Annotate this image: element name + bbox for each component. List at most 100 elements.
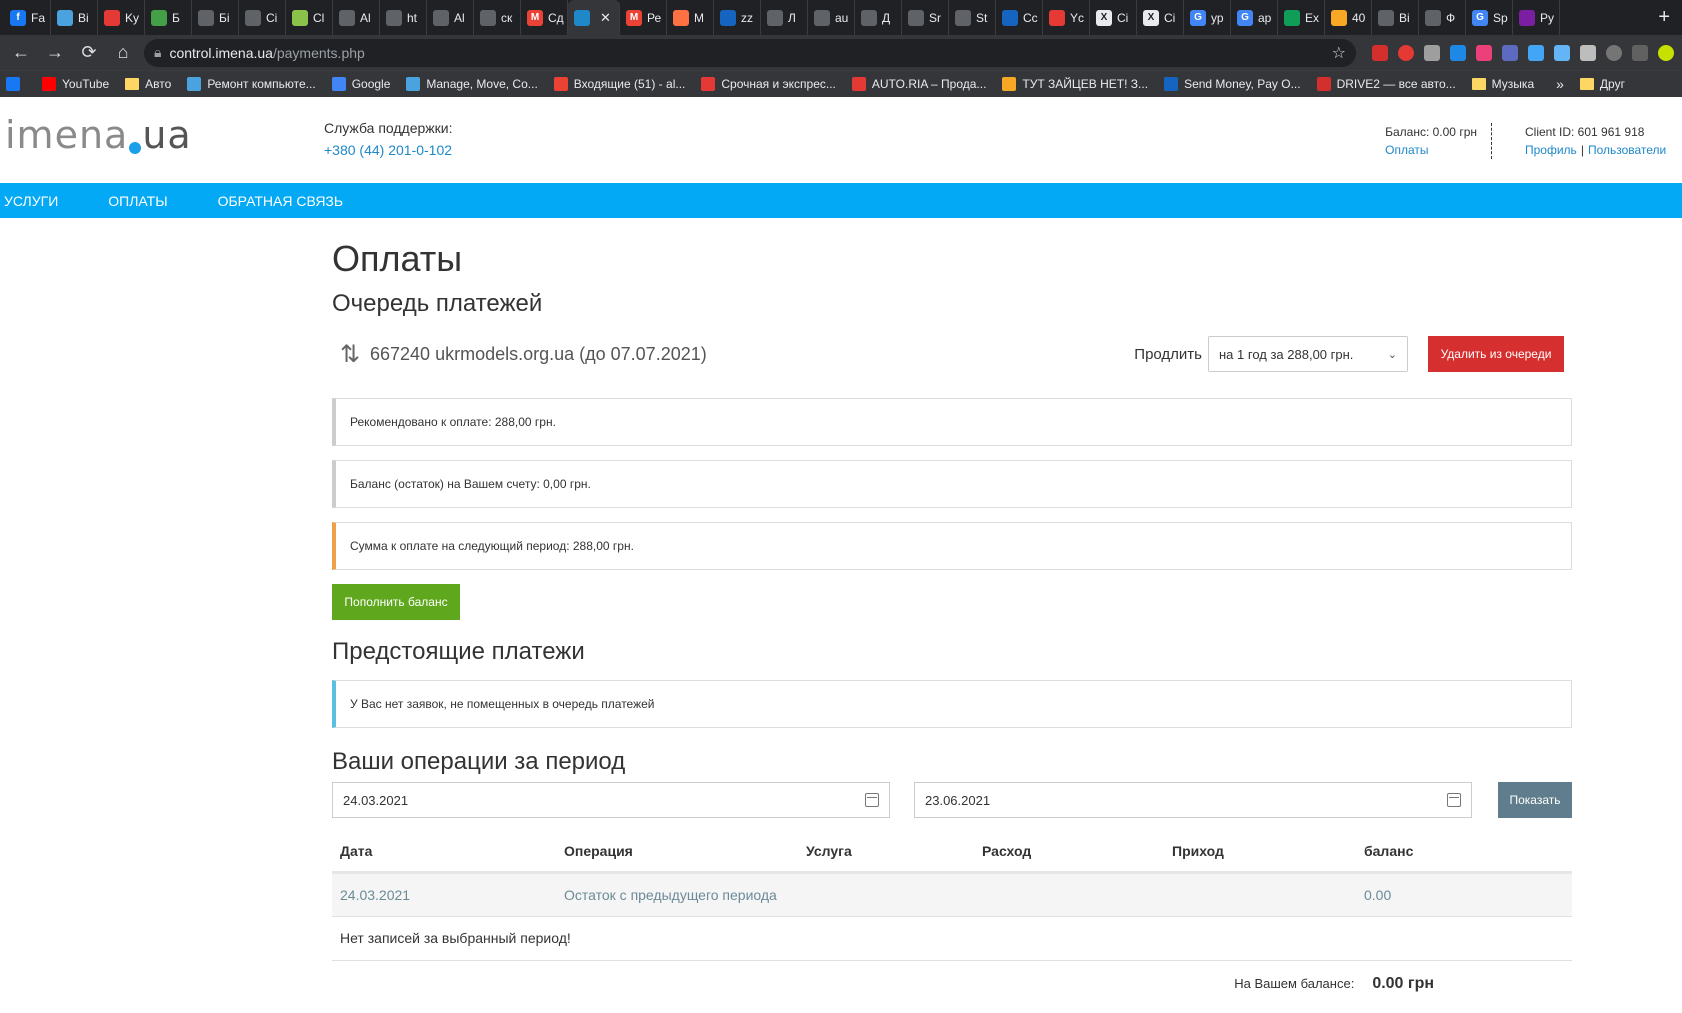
tab-favicon-icon [339, 9, 355, 26]
other-bookmarks[interactable]: Друг [1579, 77, 1625, 91]
extension-icon[interactable] [1606, 44, 1622, 61]
bookmark-item[interactable]: DRIVE2 — все авто... [1316, 77, 1456, 91]
tab-label: Yc [1070, 10, 1085, 25]
browser-tab[interactable]: 40 [1325, 0, 1372, 35]
address-bar[interactable]: 🔒︎ control.imena.ua/payments.php ☆ [144, 38, 1356, 67]
extension-icon[interactable] [1424, 44, 1440, 61]
sort-arrows-icon[interactable]: ⇅ [332, 340, 370, 369]
bookmark-item[interactable] [6, 77, 26, 91]
browser-tab[interactable]: Al [333, 0, 380, 35]
browser-tab[interactable]: Д [855, 0, 902, 35]
remove-from-queue-button[interactable]: Удалить из очереди [1428, 336, 1564, 372]
topup-balance-button[interactable]: Пополнить баланс [332, 584, 460, 620]
bookmark-item[interactable]: Входящие (51) - al... [553, 77, 685, 91]
extension-icon[interactable] [1658, 44, 1674, 61]
bookmark-item[interactable]: ТУТ ЗАЙЦЕВ НЕТ! З... [1002, 77, 1148, 91]
bookmark-item[interactable]: Авто [125, 77, 171, 91]
nav-feedback[interactable]: ОБРАТНАЯ СВЯЗЬ [218, 193, 343, 209]
browser-tab[interactable]: zz [714, 0, 761, 35]
browser-tab[interactable]: М [667, 0, 714, 35]
browser-tab[interactable]: Ві [1372, 0, 1419, 35]
imena-logo[interactable]: imena ua [5, 113, 192, 157]
bookmark-item[interactable]: Manage, Move, Co... [406, 77, 538, 91]
browser-tab[interactable]: ск [474, 0, 521, 35]
calendar-icon[interactable] [1447, 793, 1461, 807]
browser-tab[interactable]: X Сі [1137, 0, 1184, 35]
extension-icon[interactable] [1502, 44, 1518, 61]
home-icon[interactable]: ⌂ [110, 40, 136, 66]
browser-tab[interactable]: f Fa [4, 0, 51, 35]
bookmark-item[interactable]: YouTube [42, 77, 109, 91]
balance-text: Баланс: 0.00 грн [1385, 125, 1477, 139]
tab-label: Fa [31, 10, 46, 25]
tab-favicon-icon: X [1143, 9, 1159, 26]
adblock-extension-icon[interactable] [1398, 44, 1414, 61]
browser-tab[interactable]: Ky [98, 0, 145, 35]
browser-tab[interactable]: M Ре [620, 0, 667, 35]
bookmark-star-icon[interactable]: ☆ [1332, 43, 1346, 63]
browser-tab[interactable]: Gур [1184, 0, 1231, 35]
bookmarks-overflow-button[interactable]: » [1556, 76, 1564, 92]
browser-tab[interactable]: Бі [192, 0, 239, 35]
browser-tab[interactable]: Sr [902, 0, 949, 35]
bookmark-item[interactable]: Google [331, 77, 390, 91]
calendar-icon[interactable] [865, 793, 879, 807]
forward-icon[interactable]: → [42, 40, 68, 66]
back-icon[interactable]: ← [8, 40, 34, 66]
tab-close-icon[interactable]: ✕ [600, 10, 611, 26]
bookmark-favicon-icon [701, 77, 716, 91]
payments-link[interactable]: Оплаты [1385, 143, 1428, 157]
extension-icon[interactable] [1476, 44, 1492, 61]
browser-tab[interactable]: Gар [1231, 0, 1278, 35]
tab-label: Ф [1446, 10, 1456, 25]
users-link[interactable]: Пользователи [1588, 143, 1666, 157]
phone-extension-icon[interactable] [1580, 44, 1596, 61]
tab-favicon-icon [673, 9, 689, 26]
bookmark-label: Друг [1599, 77, 1625, 91]
bookmark-item[interactable]: Срочная и экспрес... [701, 77, 836, 91]
browser-tab[interactable]: Al [427, 0, 474, 35]
empty-row: Нет записей за выбранный период! [332, 916, 1572, 961]
bookmark-item[interactable]: Send Money, Pay O... [1164, 77, 1301, 91]
browser-tab[interactable]: Сі [239, 0, 286, 35]
extend-period-select[interactable]: на 1 год за 288,00 грн. ⌄ [1208, 336, 1408, 372]
extension-icon[interactable] [1450, 44, 1466, 61]
tab-label: Л [788, 10, 796, 25]
browser-tab[interactable]: Сс [996, 0, 1043, 35]
browser-tab[interactable]: G Sp [1466, 0, 1513, 35]
browser-tab[interactable]: Py [1513, 0, 1560, 35]
date-from-input[interactable]: 24.03.2021 [332, 782, 890, 818]
browser-tab[interactable]: ht [380, 0, 427, 35]
date-to-input[interactable]: 23.06.2021 [914, 782, 1472, 818]
bookmark-favicon-icon [553, 77, 568, 91]
bookmark-label: Manage, Move, Co... [426, 77, 538, 91]
browser-tab[interactable]: St [949, 0, 996, 35]
browser-tab[interactable]: Ex [1278, 0, 1325, 35]
browser-tab[interactable]: Cl [286, 0, 333, 35]
bookmark-item[interactable]: AUTO.RIA – Прода... [851, 77, 986, 91]
support-phone-link[interactable]: +380 (44) 201-0-102 [324, 139, 453, 161]
show-button[interactable]: Показать [1498, 782, 1572, 818]
bookmark-item[interactable]: Ремонт компьюте... [187, 77, 316, 91]
reload-icon[interactable]: ⟳ [76, 40, 102, 66]
browser-tab[interactable]: Б [145, 0, 192, 35]
browser-tab[interactable]: M Сд [521, 0, 568, 35]
pdf-extension-icon[interactable] [1372, 44, 1388, 61]
bookmark-item[interactable]: Музыка [1471, 77, 1534, 91]
browser-tab[interactable]: Bi [51, 0, 98, 35]
new-tab-button[interactable]: + [1646, 6, 1682, 29]
browser-tab[interactable]: au [808, 0, 855, 35]
browser-toolbar: ← → ⟳ ⌂ 🔒︎ control.imena.ua/payments.php… [0, 35, 1682, 70]
tab-label: Бі [219, 10, 230, 25]
nav-services[interactable]: УСЛУГИ [4, 193, 58, 209]
browser-tab[interactable]: Yc [1043, 0, 1090, 35]
browser-tab[interactable]: X Сі [1090, 0, 1137, 35]
profile-link[interactable]: Профиль [1525, 143, 1577, 157]
browser-tab[interactable]: Л [761, 0, 808, 35]
nav-payments[interactable]: ОПЛАТЫ [108, 193, 167, 209]
browser-tab[interactable]: Ф [1419, 0, 1466, 35]
translate-extension-icon[interactable] [1528, 44, 1544, 61]
browser-tab[interactable]: ✕ [568, 0, 620, 35]
camera-extension-icon[interactable] [1554, 44, 1570, 61]
extension-icon[interactable] [1632, 44, 1648, 61]
